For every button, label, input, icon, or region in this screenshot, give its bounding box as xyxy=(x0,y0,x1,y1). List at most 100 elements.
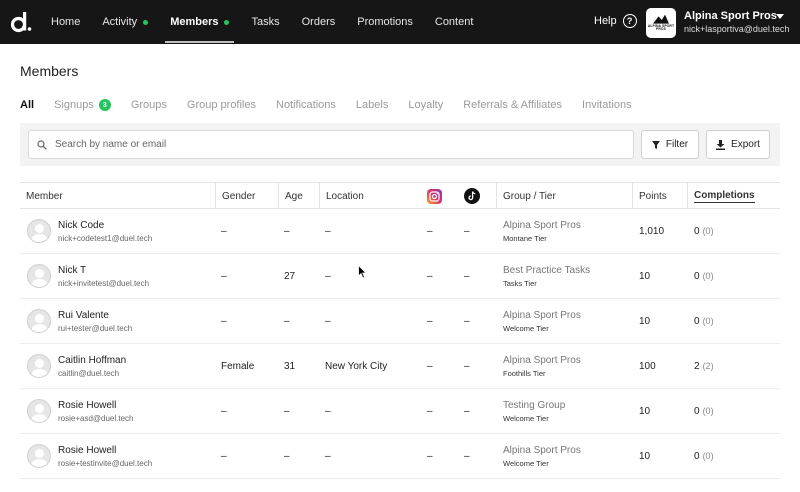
cell-location: New York City xyxy=(325,360,388,372)
account-switcher[interactable]: Alpina Sport Pros nick+lasportiva@duel.t… xyxy=(684,10,789,34)
cell-gender: Female xyxy=(221,360,255,372)
completions-count: 0 xyxy=(694,315,700,327)
cell-instagram: – xyxy=(427,270,433,282)
export-button[interactable]: Export xyxy=(706,130,770,159)
cell-tiktok: – xyxy=(464,225,470,237)
signups-count-badge: 3 xyxy=(98,99,111,111)
member-name[interactable]: Rui Valente xyxy=(58,310,109,321)
cell-location: – xyxy=(325,225,331,237)
tab-invitations[interactable]: Invitations xyxy=(582,96,632,114)
help-button[interactable]: Help ? xyxy=(594,14,637,28)
cell-points: 10 xyxy=(639,270,651,282)
duel-logo-icon[interactable] xyxy=(10,11,32,33)
brand-logo[interactable]: ALPINA SPORT PROS xyxy=(646,8,676,38)
tab-referrals-affiliates[interactable]: Referrals & Affiliates xyxy=(463,96,562,114)
cell-age: – xyxy=(284,405,290,417)
header-gender-label: Gender xyxy=(222,190,256,202)
member-email: rosie+testinvite@duel.tech xyxy=(58,459,153,468)
completions-total: (0) xyxy=(702,406,714,416)
header-member[interactable]: Member xyxy=(26,183,63,209)
nav-content[interactable]: Content xyxy=(424,0,485,44)
header-points-label: Points xyxy=(639,190,667,202)
tab-loyalty[interactable]: Loyalty xyxy=(408,96,443,114)
cell-location: – xyxy=(325,315,331,327)
header-location-label: Location xyxy=(326,190,364,202)
tab-group-profiles-label: Group profiles xyxy=(186,99,256,111)
nav-activity-label: Activity xyxy=(102,16,138,28)
cell-gender: – xyxy=(221,315,227,327)
nav-content-label: Content xyxy=(434,16,474,28)
member-name[interactable]: Caitlin Hoffman xyxy=(58,355,126,366)
cell-instagram: – xyxy=(427,405,433,417)
header-gender[interactable]: Gender xyxy=(215,183,255,209)
member-email: rosie+asd@duel.tech xyxy=(58,414,134,423)
members-subtabs: All Signups 3 Groups Group profiles Notif… xyxy=(20,96,652,114)
cell-points: 10 xyxy=(639,450,651,462)
members-status-dot xyxy=(224,19,230,25)
table-row[interactable]: Rosie Howell rosie+testinvite@duel.tech – –… xyxy=(20,434,780,479)
tab-signups[interactable]: Signups 3 xyxy=(54,96,111,114)
search-input[interactable] xyxy=(55,139,615,150)
nav-promotions-label: Promotions xyxy=(357,16,413,28)
header-group-tier[interactable]: Group / Tier xyxy=(496,183,556,209)
cell-tier: Tasks Tier xyxy=(503,279,537,288)
header-completions[interactable]: Completions xyxy=(687,183,755,209)
avatar xyxy=(27,444,51,468)
member-name[interactable]: Rosie Howell xyxy=(58,400,116,411)
member-name[interactable]: Nick T xyxy=(58,265,86,276)
table-row[interactable]: Nick Code nick+codetest1@duel.tech – – – – – Al… xyxy=(20,209,780,254)
header-points[interactable]: Points xyxy=(632,183,667,209)
nav-tasks[interactable]: Tasks xyxy=(240,0,290,44)
member-name[interactable]: Nick Code xyxy=(58,220,104,231)
search-box[interactable] xyxy=(28,130,634,159)
cell-age: – xyxy=(284,315,290,327)
nav-home-label: Home xyxy=(51,16,81,28)
cell-instagram: – xyxy=(427,450,433,462)
nav-activity[interactable]: Activity xyxy=(91,0,159,44)
tab-group-profiles[interactable]: Group profiles xyxy=(187,96,256,114)
cell-tiktok: – xyxy=(464,315,470,327)
cell-gender: – xyxy=(221,405,227,417)
filter-button[interactable]: Filter xyxy=(641,130,699,159)
search-icon xyxy=(37,139,47,150)
help-label: Help xyxy=(594,15,617,27)
export-label: Export xyxy=(731,139,760,150)
nav-home[interactable]: Home xyxy=(40,0,91,44)
filter-icon xyxy=(651,140,660,149)
cell-completions: 0 (0) xyxy=(694,389,714,433)
cell-points: 100 xyxy=(639,360,656,372)
tab-all[interactable]: All xyxy=(20,96,34,114)
table-row[interactable]: Rui Valente rui+tester@duel.tech – – – – – Alpi… xyxy=(20,299,780,344)
nav-tasks-label: Tasks xyxy=(251,16,280,28)
tab-groups[interactable]: Groups xyxy=(131,96,167,114)
completions-total: (0) xyxy=(702,271,714,281)
header-location[interactable]: Location xyxy=(319,183,364,209)
header-tiktok[interactable] xyxy=(464,183,480,209)
cell-gender: – xyxy=(221,450,227,462)
header-age[interactable]: Age xyxy=(278,183,303,209)
nav-members[interactable]: Members xyxy=(159,0,240,44)
completions-count: 0 xyxy=(694,450,700,462)
table-row[interactable]: Rosie Howell rosie+asd@duel.tech – – – – – Test… xyxy=(20,389,780,434)
header-completions-label: Completions xyxy=(694,189,755,203)
header-instagram[interactable] xyxy=(427,183,442,209)
header-member-label: Member xyxy=(26,190,63,202)
table-header: Member Gender Age Location Group / Tier … xyxy=(20,182,780,209)
download-icon xyxy=(716,139,726,150)
page-title: Members xyxy=(20,63,79,79)
table-row[interactable]: Nick T nick+invitetest@duel.tech – 27 – – – Bes… xyxy=(20,254,780,299)
nav-promotions[interactable]: Promotions xyxy=(346,0,424,44)
members-toolbar: Filter Export xyxy=(20,123,780,166)
cell-tier: Welcome Tier xyxy=(503,459,549,468)
account-email: nick+lasportiva@duel.tech xyxy=(684,24,790,34)
cell-group: Alpina Sport Pros xyxy=(503,220,581,231)
mountain-icon xyxy=(653,14,669,24)
account-dropdown-caret-icon[interactable] xyxy=(776,14,784,19)
member-name[interactable]: Rosie Howell xyxy=(58,445,116,456)
cell-group: Alpina Sport Pros xyxy=(503,355,581,366)
table-row[interactable]: Caitlin Hoffman caitlin@duel.tech Female 31… xyxy=(20,344,780,389)
tab-notifications[interactable]: Notifications xyxy=(276,96,336,114)
tab-labels[interactable]: Labels xyxy=(356,96,388,114)
cell-instagram: – xyxy=(427,225,433,237)
nav-orders[interactable]: Orders xyxy=(291,0,347,44)
